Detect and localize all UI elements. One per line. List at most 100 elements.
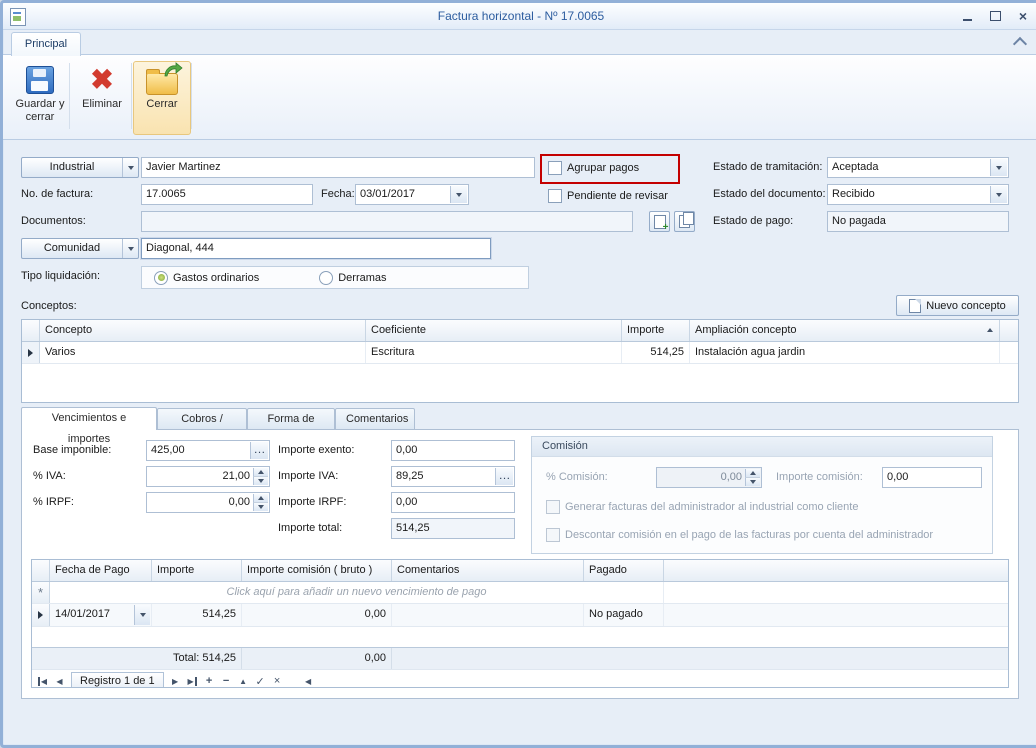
chevron-down-icon[interactable] — [122, 158, 138, 177]
column-header-ampliacion[interactable]: Ampliación concepto — [690, 320, 1000, 341]
delete-record-button[interactable]: − — [219, 673, 234, 688]
cell-importe-comision[interactable]: 0,00 — [242, 604, 392, 626]
add-document-icon — [654, 215, 666, 229]
column-header-importe[interactable]: Importe — [622, 320, 690, 341]
pagos-grid-footer: Total: 514,25 0,00 — [32, 647, 1008, 670]
cell-importe[interactable]: 514,25 — [152, 604, 242, 626]
copy-document-button[interactable] — [674, 211, 695, 232]
comunidad-selector-button[interactable]: Comunidad — [21, 238, 139, 259]
importe-irpf-value: 0,00 — [392, 493, 514, 512]
irpf-pct-spinner[interactable]: 0,00 — [146, 492, 270, 513]
add-document-button[interactable] — [649, 211, 670, 232]
tab-vencimientos-importes[interactable]: Vencimientos e importes — [21, 407, 157, 430]
last-record-button[interactable]: ▶ — [185, 673, 200, 688]
row-indicator-icon — [38, 611, 43, 619]
no-factura-value: 17.0065 — [142, 185, 312, 204]
chevron-down-icon — [456, 193, 462, 197]
new-page-icon — [909, 299, 921, 313]
checkbox-box-icon — [548, 189, 562, 203]
save-close-button[interactable]: Guardar y cerrar — [11, 61, 69, 135]
titlebar[interactable]: Factura horizontal - Nº 17.0065 × — [3, 3, 1036, 30]
ellipsis-button[interactable]: … — [495, 468, 513, 485]
cell-ampliacion[interactable]: Instalación agua jardin — [690, 342, 1000, 363]
fecha-datepicker[interactable]: 03/01/2017 — [355, 184, 469, 205]
comunidad-selector-label: Comunidad — [22, 239, 122, 258]
spin-up-button[interactable] — [253, 468, 268, 476]
industrial-selector-button[interactable]: Industrial — [21, 157, 139, 178]
agrupar-pagos-checkbox[interactable]: Agrupar pagos — [548, 160, 639, 175]
cell-importe[interactable]: 514,25 — [622, 342, 690, 363]
cancel-edit-button[interactable]: × — [270, 673, 285, 688]
estado-pago-label: Estado de pago: — [713, 211, 793, 232]
industrial-name-field[interactable]: Javier Martinez — [141, 157, 535, 178]
ribbon-tab-principal[interactable]: Principal — [11, 32, 81, 56]
prev-record-button[interactable]: ◀ — [52, 673, 67, 688]
importe-exento-input[interactable]: 0,00 — [391, 440, 515, 461]
end-edit-button[interactable]: ✓ — [253, 673, 268, 688]
cell-pagado[interactable]: No pagado — [584, 604, 664, 626]
delete-button[interactable]: ✖ Eliminar — [73, 61, 131, 135]
comunidad-address-field[interactable]: Diagonal, 444 — [141, 238, 491, 259]
ribbon-collapse-icon[interactable] — [1013, 37, 1027, 51]
cell-coeficiente[interactable]: Escritura — [366, 342, 622, 363]
dropdown-button[interactable] — [990, 159, 1007, 176]
nuevo-concepto-button[interactable]: Nuevo concepto — [896, 295, 1019, 316]
no-factura-input[interactable]: 17.0065 — [141, 184, 313, 205]
importe-irpf-input[interactable]: 0,00 — [391, 492, 515, 513]
column-header-importe[interactable]: Importe — [152, 560, 242, 581]
next-record-button[interactable]: ▶ — [168, 673, 183, 688]
gastos-ordinarios-label: Gastos ordinarios — [173, 272, 259, 284]
tab-cobros-pagos[interactable]: Cobros / Pagos — [157, 408, 247, 430]
column-header-comentarios[interactable]: Comentarios — [392, 560, 584, 581]
estado-documento-select[interactable]: Recibido — [827, 184, 1009, 205]
importe-iva-input[interactable]: 89,25 … — [391, 466, 515, 487]
importe-comision-value: 0,00 — [883, 468, 981, 487]
minimize-button[interactable] — [959, 9, 975, 23]
header-filler — [1000, 320, 1018, 341]
base-imponible-input[interactable]: 425,00 … — [146, 440, 270, 461]
append-record-button[interactable]: + — [202, 673, 217, 688]
tipo-liquidacion-group: Gastos ordinarios Derramas — [141, 266, 529, 289]
irpf-pct-label: % IRPF: — [33, 492, 74, 513]
iva-pct-spinner[interactable]: 21,00 — [146, 466, 270, 487]
footer-total-comision: 0,00 — [242, 648, 392, 669]
estado-tramitacion-select[interactable]: Aceptada — [827, 157, 1009, 178]
documentos-field[interactable] — [141, 211, 633, 232]
spin-down-button[interactable] — [253, 502, 268, 511]
table-row[interactable]: 14/01/2017 514,25 0,00 No pagado — [32, 604, 1008, 627]
dropdown-button[interactable] — [450, 186, 467, 203]
cell-filler — [664, 582, 1008, 603]
table-row[interactable]: Varios Escritura 514,25 Instalación agua… — [22, 342, 1018, 364]
chevron-down-icon[interactable] — [122, 239, 138, 258]
cell-concepto[interactable]: Varios — [40, 342, 366, 363]
radio-gastos-ordinarios[interactable]: Gastos ordinarios — [154, 271, 259, 285]
edit-record-button[interactable]: ▲ — [236, 673, 251, 688]
conceptos-label: Conceptos: — [21, 296, 77, 317]
first-record-button[interactable]: ◀ — [35, 673, 50, 688]
dropdown-button[interactable] — [990, 186, 1007, 203]
spin-down-button[interactable] — [253, 476, 268, 485]
close-form-button[interactable]: Cerrar — [133, 61, 191, 135]
tab-comentarios[interactable]: Comentarios — [335, 408, 415, 430]
column-header-importe-comision[interactable]: Importe comisión ( bruto ) — [242, 560, 392, 581]
spin-up-button[interactable] — [253, 494, 268, 502]
ellipsis-button[interactable]: … — [250, 442, 268, 459]
cell-comentarios[interactable] — [392, 604, 584, 626]
cell-fecha-pago[interactable]: 14/01/2017 — [50, 604, 152, 626]
pendiente-revisar-checkbox[interactable]: Pendiente de revisar — [548, 188, 668, 203]
new-row-hint[interactable]: Click aquí para añadir un nuevo vencimie… — [50, 582, 664, 603]
tab-forma-pago[interactable]: Forma de pago — [247, 408, 335, 430]
dropdown-button[interactable] — [134, 605, 150, 625]
column-header-concepto[interactable]: Concepto — [40, 320, 366, 341]
last-record-icon: ▶ — [188, 677, 197, 686]
column-header-coeficiente[interactable]: Coeficiente — [366, 320, 622, 341]
radio-derramas[interactable]: Derramas — [319, 271, 386, 285]
new-row[interactable]: * Click aquí para añadir un nuevo vencim… — [32, 582, 1008, 604]
column-header-pagado[interactable]: Pagado — [584, 560, 664, 581]
scroll-left-button[interactable]: ◀ — [301, 673, 316, 688]
restore-button[interactable] — [987, 9, 1003, 23]
record-navigator: ◀ ◀ Registro 1 de 1 ▶ ▶ + − ▲ ✓ × ◀ — [32, 670, 1008, 688]
column-header-fecha-pago[interactable]: Fecha de Pago — [50, 560, 152, 581]
close-button[interactable]: × — [1015, 9, 1031, 23]
pendiente-revisar-label: Pendiente de revisar — [567, 190, 668, 202]
